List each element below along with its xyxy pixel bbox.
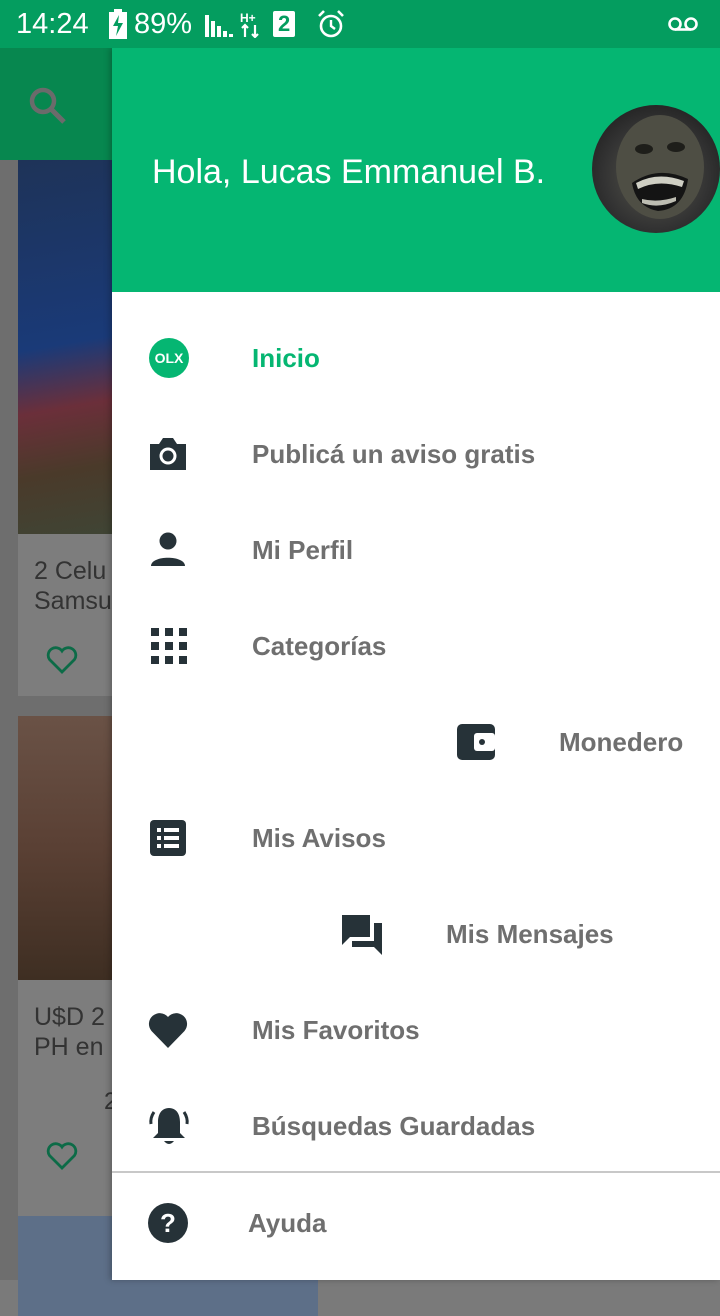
battery-percent: 89% bbox=[134, 8, 193, 40]
navigation-drawer: Hola, Lucas Emmanuel B. OLX Inicio Publi bbox=[112, 48, 720, 1280]
drawer-item-label: Monedero bbox=[559, 727, 684, 757]
drawer-divider bbox=[112, 1171, 720, 1173]
data-hplus-icon: H+ bbox=[240, 11, 259, 38]
battery-charging-icon bbox=[109, 9, 127, 39]
list-icon bbox=[150, 820, 186, 856]
camera-icon bbox=[150, 438, 186, 470]
avatar[interactable] bbox=[592, 105, 720, 233]
drawer-item-label: Categorías bbox=[252, 631, 387, 661]
favorite-heart-icon[interactable] bbox=[46, 646, 78, 674]
drawer-item-inicio[interactable]: OLX Inicio bbox=[112, 310, 720, 406]
drawer-item-my-ads[interactable]: Mis Avisos bbox=[112, 790, 720, 886]
avatar-photo bbox=[616, 115, 704, 219]
person-icon bbox=[151, 532, 185, 566]
signal-icon bbox=[205, 15, 233, 37]
wallet-icon bbox=[457, 724, 495, 760]
drawer-item-label: Mis Favoritos bbox=[252, 1015, 420, 1045]
drawer-item-label: Inicio bbox=[252, 343, 320, 373]
olx-logo-icon: OLX bbox=[149, 338, 189, 378]
status-bar: 14:24 89% H+ 2 bbox=[0, 0, 720, 48]
sim-number: 2 bbox=[278, 11, 291, 36]
drawer-item-label: Mis Avisos bbox=[252, 823, 386, 853]
status-time: 14:24 bbox=[16, 8, 89, 40]
chat-icon bbox=[342, 915, 382, 955]
drawer-item-messages[interactable]: Mis Mensajes bbox=[112, 886, 720, 982]
favorite-heart-icon[interactable] bbox=[46, 1142, 78, 1170]
drawer-item-label: Mis Mensajes bbox=[446, 919, 614, 949]
svg-text:?: ? bbox=[160, 1208, 176, 1238]
drawer-item-publish[interactable]: Publicá un aviso gratis bbox=[112, 406, 720, 502]
grid-icon bbox=[151, 628, 187, 664]
drawer-item-profile[interactable]: Mi Perfil bbox=[112, 502, 720, 598]
listing-title: 2 Celu Samsu bbox=[34, 557, 112, 615]
search-icon[interactable] bbox=[28, 86, 68, 126]
user-greeting: Hola, Lucas Emmanuel B. bbox=[152, 153, 546, 191]
help-icon: ? bbox=[148, 1203, 188, 1243]
bell-icon bbox=[149, 1108, 189, 1144]
listing-title: U$D 2 PH en bbox=[34, 1003, 105, 1061]
drawer-item-label: Ayuda bbox=[248, 1208, 327, 1238]
drawer-item-label: Mi Perfil bbox=[252, 535, 354, 565]
svg-text:H+: H+ bbox=[240, 11, 256, 25]
svg-text:OLX: OLX bbox=[155, 350, 184, 366]
drawer-item-wallet[interactable]: Monedero bbox=[112, 694, 720, 790]
alarm-icon bbox=[318, 10, 344, 38]
heart-icon bbox=[148, 1013, 188, 1048]
drawer-item-label: Publicá un aviso gratis bbox=[252, 439, 536, 469]
drawer-item-favorites[interactable]: Mis Favoritos bbox=[112, 982, 720, 1078]
drawer-header: Hola, Lucas Emmanuel B. bbox=[112, 48, 720, 292]
drawer-item-label: Búsquedas Guardadas bbox=[252, 1111, 536, 1141]
voicemail-icon bbox=[668, 17, 698, 31]
drawer-item-saved-searches[interactable]: Búsquedas Guardadas bbox=[112, 1078, 720, 1174]
drawer-item-categories[interactable]: Categorías bbox=[112, 598, 720, 694]
drawer-item-help[interactable]: ? Ayuda bbox=[112, 1175, 720, 1271]
